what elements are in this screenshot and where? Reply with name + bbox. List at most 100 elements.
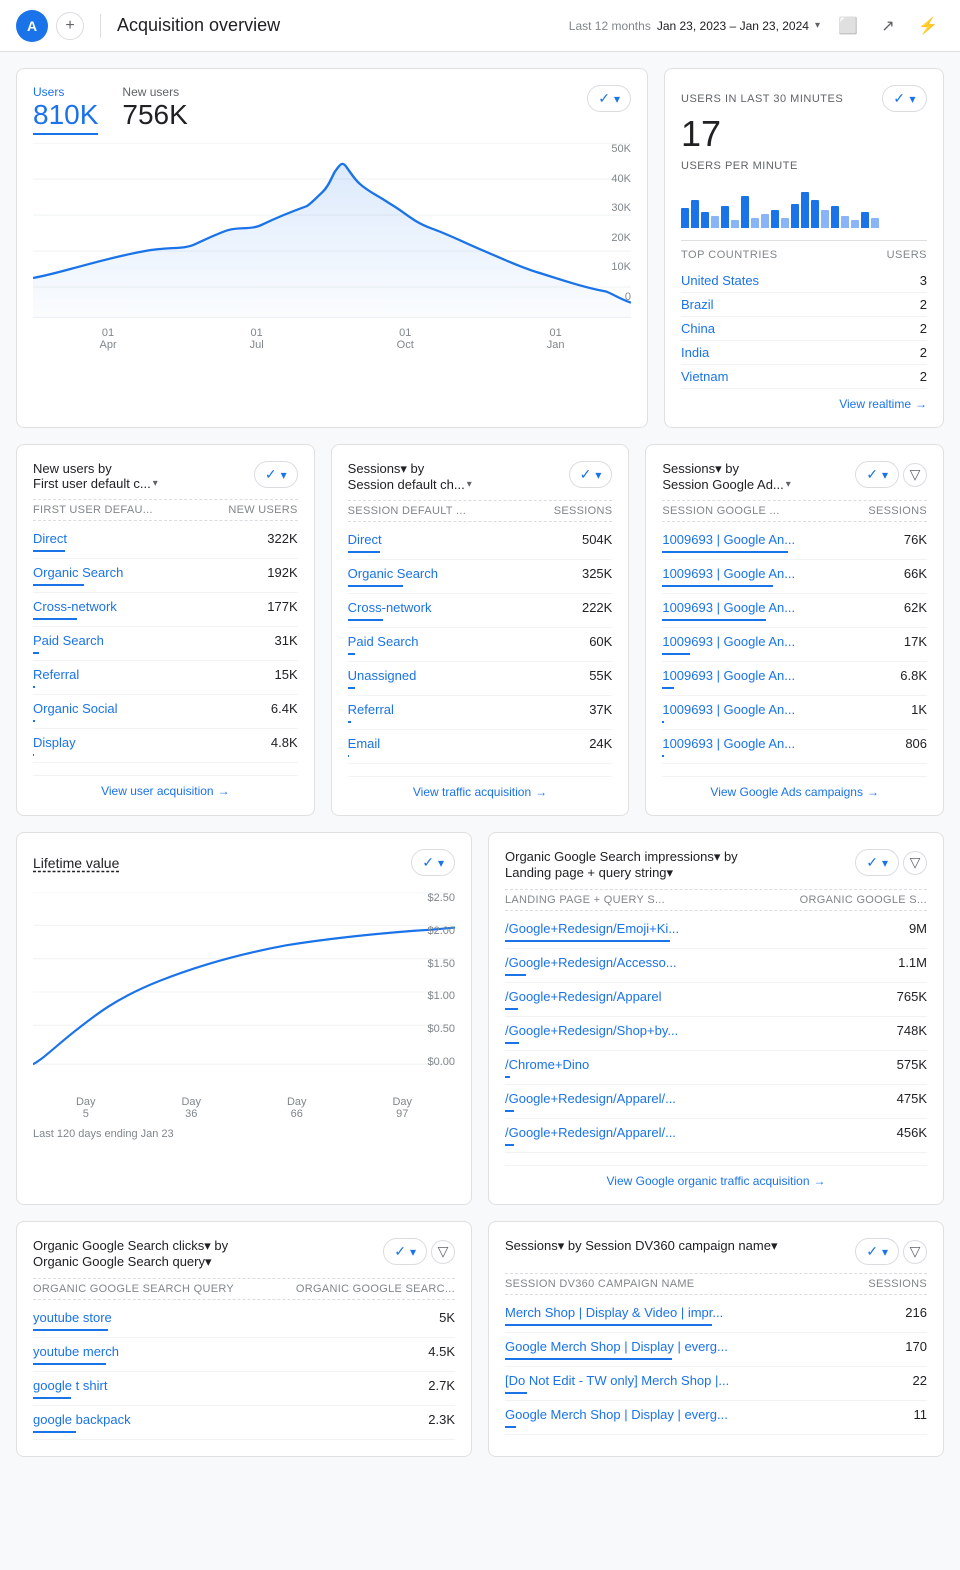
row-name[interactable]: 1009693 | Google An... (662, 532, 795, 553)
organic-clicks-table-header: ORGANIC GOOGLE SEARCH QUERY ORGANIC GOOG… (33, 1278, 455, 1300)
country-name[interactable]: United States (681, 273, 759, 288)
row-name[interactable]: Cross-network (33, 599, 117, 620)
add-property-button[interactable]: + (56, 12, 84, 40)
row-name[interactable]: Organic Search (348, 566, 438, 587)
sessions-google-title-row: Sessions▾ by Session Google Ad... ▾ ✓ ▾ … (662, 461, 927, 492)
row-name[interactable]: Paid Search (33, 633, 104, 654)
row-name[interactable]: 1009693 | Google An... (662, 702, 795, 723)
row-name[interactable]: /Google+Redesign/Apparel/... (505, 1125, 676, 1146)
row-name[interactable]: Referral (348, 702, 394, 723)
row-bar (662, 653, 690, 655)
row-name[interactable]: Google Merch Shop | Display | everg... (505, 1407, 728, 1428)
countries-col-right: USERS (887, 249, 927, 261)
realtime-compare-button[interactable]: ✓ ▾ (882, 85, 927, 112)
row-value: 22 (913, 1373, 927, 1394)
row-name[interactable]: 1009693 | Google An... (662, 566, 795, 587)
lifetime-value-card: Lifetime value ✓ ▾ (16, 832, 472, 1205)
row-name[interactable]: google t shirt (33, 1378, 107, 1399)
row-name[interactable]: /Chrome+Dino (505, 1057, 589, 1078)
compare-button[interactable]: ✓ ▾ (587, 85, 631, 112)
sessions-dv360-compare-btn[interactable]: ✓ ▾ (855, 1238, 899, 1265)
row-name[interactable]: Display (33, 735, 76, 756)
row-name[interactable]: Cross-network (348, 600, 432, 621)
row-name[interactable]: Direct (348, 532, 382, 553)
row-name[interactable]: youtube merch (33, 1344, 119, 1365)
country-name[interactable]: Vietnam (681, 369, 728, 384)
ltv-compare-btn[interactable]: ✓ ▾ (411, 849, 455, 876)
row-name[interactable]: Direct (33, 531, 67, 552)
row-name[interactable]: [Do Not Edit - TW only] Merch Shop |... (505, 1373, 729, 1394)
row-name[interactable]: 1009693 | Google An... (662, 634, 795, 655)
new-users-title: New users by First user default c... ▾ (33, 461, 158, 491)
view-user-acquisition-link[interactable]: View user acquisition → (33, 775, 298, 798)
table-row: /Google+Redesign/Shop+by... 748K (505, 1017, 927, 1051)
row-name[interactable]: Unassigned (348, 668, 417, 689)
view-traffic-acquisition-link[interactable]: View traffic acquisition → (348, 776, 613, 799)
sessions-dv360-filter-icon[interactable]: ▽ (903, 1240, 927, 1264)
new-users-card: New users by First user default c... ▾ ✓… (16, 444, 315, 816)
row-name[interactable]: /Google+Redesign/Apparel/... (505, 1091, 676, 1112)
share-icon[interactable]: ⬜ (832, 10, 864, 42)
row-name[interactable]: /Google+Redesign/Emoji+Ki... (505, 921, 679, 942)
bar-17 (841, 216, 849, 228)
sessions-google-filter-icon[interactable]: ▽ (903, 463, 927, 487)
row-name[interactable]: youtube store (33, 1310, 112, 1331)
sessions-channel-compare-btn[interactable]: ✓ ▾ (569, 461, 613, 488)
country-count: 2 (920, 345, 927, 360)
organic-clicks-compare-btn[interactable]: ✓ ▾ (383, 1238, 427, 1265)
row-value: 170 (905, 1339, 927, 1360)
row-name[interactable]: google backpack (33, 1412, 131, 1433)
row-name[interactable]: /Google+Redesign/Shop+by... (505, 1023, 678, 1044)
sessions-google-compare-btn[interactable]: ✓ ▾ (855, 461, 899, 488)
row-name[interactable]: /Google+Redesign/Apparel (505, 989, 661, 1010)
new-users-tab[interactable]: New users 756K (122, 85, 187, 135)
bottom-row: Organic Google Search clicks▾ by Organic… (16, 1221, 944, 1457)
new-users-tab-label: New users (122, 85, 187, 99)
sessions-google-dropdown-icon[interactable]: ▾ (786, 479, 791, 490)
insights-icon[interactable]: ⚡ (912, 10, 944, 42)
view-realtime-link[interactable]: View realtime → (681, 397, 927, 411)
row-value: 1K (911, 702, 927, 723)
new-users-title-line2: First user default c... (33, 476, 151, 491)
row-name[interactable]: 1009693 | Google An... (662, 600, 795, 621)
row-value: 765K (897, 989, 927, 1010)
new-users-compare-btn[interactable]: ✓ ▾ (254, 461, 298, 488)
export-icon[interactable]: ↗ (872, 10, 904, 42)
organic-filter-icon[interactable]: ▽ (903, 851, 927, 875)
organic-clicks-filter-icon[interactable]: ▽ (431, 1240, 455, 1264)
country-name[interactable]: India (681, 345, 709, 360)
row-value: 504K (582, 532, 612, 553)
table-row: /Google+Redesign/Emoji+Ki... 9M (505, 915, 927, 949)
row-name[interactable]: 1009693 | Google An... (662, 736, 795, 757)
bar-19 (861, 212, 869, 228)
organic-clicks-title-line1: Organic Google Search clicks▾ by (33, 1238, 228, 1254)
country-name[interactable]: China (681, 321, 715, 336)
row-name[interactable]: Organic Social (33, 701, 118, 722)
organic-search-card: Organic Google Search impressions▾ by La… (488, 832, 944, 1205)
row-bar (348, 585, 403, 587)
new-users-table-header: FIRST USER DEFAU... NEW USERS (33, 499, 298, 521)
row-value: 456K (897, 1125, 927, 1146)
sessions-channel-col-right: SESSIONS (554, 505, 613, 517)
row-bar (348, 755, 350, 757)
country-name[interactable]: Brazil (681, 297, 714, 312)
organic-col-left: LANDING PAGE + QUERY S... (505, 894, 665, 906)
row-name[interactable]: Email (348, 736, 381, 757)
row-name[interactable]: Organic Search (33, 565, 123, 586)
sessions-channel-dropdown-icon[interactable]: ▾ (467, 479, 472, 490)
row-name[interactable]: /Google+Redesign/Accesso... (505, 955, 677, 976)
bar-2 (691, 200, 699, 228)
sessions-channel-title-row: Sessions▾ by Session default ch... ▾ ✓ ▾ (348, 461, 613, 492)
date-range-selector[interactable]: Last 12 months Jan 23, 2023 – Jan 23, 20… (569, 19, 820, 33)
realtime-subtitle: USERS PER MINUTE (681, 160, 927, 172)
row-name[interactable]: Paid Search (348, 634, 419, 655)
view-organic-link[interactable]: View Google organic traffic acquisition … (505, 1165, 927, 1188)
row-name[interactable]: Referral (33, 667, 79, 688)
row-name[interactable]: 1009693 | Google An... (662, 668, 795, 689)
view-google-ads-link[interactable]: View Google Ads campaigns → (662, 776, 927, 799)
organic-compare-btn[interactable]: ✓ ▾ (855, 849, 899, 876)
row-name[interactable]: Merch Shop | Display & Video | impr... (505, 1305, 723, 1326)
users-tab[interactable]: Users 810K (33, 85, 98, 135)
row-name[interactable]: Google Merch Shop | Display | everg... (505, 1339, 728, 1360)
new-users-dropdown-icon[interactable]: ▾ (153, 478, 158, 489)
